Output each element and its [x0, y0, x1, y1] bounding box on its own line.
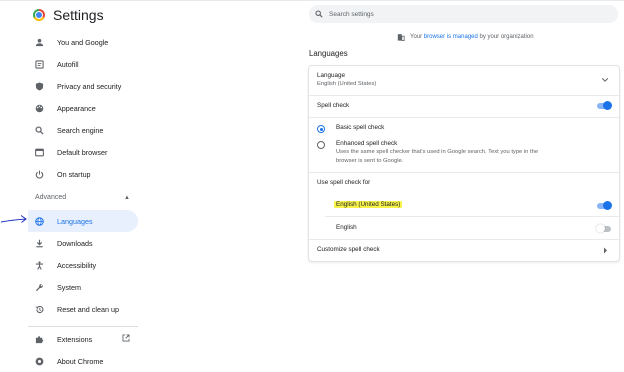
sidebar-item-default-browser[interactable]: Default browser [28, 141, 138, 163]
sidebar-item-label: Search engine [57, 125, 104, 135]
row-divider [309, 172, 619, 173]
app-header: Settings [33, 7, 104, 23]
english-toggle[interactable] [596, 224, 611, 233]
arrow-right-icon[interactable] [603, 247, 608, 254]
managed-notice: Your browser is managed by your organiza… [397, 33, 534, 41]
sidebar-item-label: Accessibility [57, 260, 97, 270]
spell-check-label: Spell check [317, 102, 350, 109]
sidebar-item-label: Extensions [57, 334, 93, 344]
managed-prefix: Your [410, 34, 423, 40]
language-english-us: English (United States) [334, 201, 403, 208]
sidebar-item-languages[interactable]: Languages [28, 210, 138, 232]
accessibility-icon [34, 260, 44, 270]
wrench-icon [34, 282, 44, 292]
sidebar-item-label: Reset and clean up [57, 304, 119, 314]
globe-icon [34, 216, 44, 226]
managed-link[interactable]: browser is managed [424, 34, 478, 40]
english-us-toggle[interactable] [597, 201, 612, 210]
use-spell-check-for-label: Use spell check for [317, 179, 371, 186]
sidebar: Settings You and Google Autofill Privacy… [0, 0, 300, 369]
sidebar-divider [28, 326, 138, 327]
open-in-new-icon[interactable] [122, 334, 130, 342]
sidebar-item-label: Autofill [57, 59, 79, 69]
sidebar-item-label: About Chrome [57, 356, 104, 366]
toggle-knob [603, 201, 612, 210]
sidebar-item-label: Downloads [57, 238, 93, 248]
sidebar-item-search-engine[interactable]: Search engine [28, 119, 138, 141]
row-divider [309, 117, 619, 118]
basic-spell-check-radio[interactable] [317, 125, 325, 133]
building-icon [397, 34, 405, 41]
sidebar-item-label: You and Google [57, 37, 109, 47]
languages-card: Language English (United States) Spell c… [309, 66, 619, 261]
chrome-icon [34, 356, 44, 366]
spell-check-toggle[interactable] [597, 101, 612, 110]
enhanced-spell-check-description: browser is sent to Google. [336, 158, 404, 164]
sidebar-item-label: Privacy and security [57, 81, 122, 91]
enhanced-spell-check-label: Enhanced spell check [336, 140, 398, 147]
sidebar-item-privacy[interactable]: Privacy and security [28, 75, 138, 97]
enhanced-spell-check-radio[interactable] [317, 141, 325, 149]
sidebar-item-autofill[interactable]: Autofill [28, 53, 138, 75]
language-english: English [336, 224, 357, 231]
browser-icon [34, 147, 44, 157]
download-icon [34, 238, 44, 248]
highlighted-language: English (United States) [334, 201, 403, 208]
enhanced-spell-check-description: Uses the same spell checker that's used … [336, 149, 539, 155]
annotation-arrow-icon [0, 215, 27, 223]
autofill-icon [34, 59, 44, 69]
search-icon [34, 125, 44, 135]
sidebar-item-label: On startup [57, 169, 91, 179]
chrome-logo-icon [33, 9, 45, 21]
shield-icon [34, 81, 44, 91]
sidebar-item-label: Appearance [57, 103, 96, 113]
toggle-knob [596, 224, 605, 233]
sidebar-item-on-startup[interactable]: On startup [28, 163, 138, 185]
search-input[interactable] [329, 10, 579, 18]
toggle-knob [603, 101, 612, 110]
sidebar-item-label: Languages [57, 216, 93, 226]
advanced-section-label[interactable]: Advanced [35, 194, 66, 201]
language-label: Language [317, 72, 346, 79]
sidebar-item-downloads[interactable]: Downloads [28, 232, 138, 254]
sidebar-item-accessibility[interactable]: Accessibility [28, 254, 138, 276]
row-divider [309, 95, 619, 96]
person-icon [34, 37, 44, 47]
history-icon [34, 304, 44, 314]
palette-icon [34, 103, 44, 113]
page-title: Settings [53, 7, 104, 23]
chevron-down-icon[interactable] [601, 77, 609, 83]
search-icon [315, 10, 323, 18]
sidebar-item-appearance[interactable]: Appearance [28, 97, 138, 119]
row-divider [325, 216, 619, 217]
basic-spell-check-label: Basic spell check [336, 124, 385, 131]
search-bar[interactable] [309, 5, 618, 23]
sidebar-item-label: Default browser [57, 147, 108, 157]
language-value: English (United States) [317, 81, 377, 87]
row-divider [309, 239, 619, 240]
power-icon [34, 169, 44, 179]
collapse-arrow-icon[interactable]: ▲ [124, 195, 130, 201]
sidebar-item-you-and-google[interactable]: You and Google [28, 31, 138, 53]
sidebar-item-reset[interactable]: Reset and clean up [28, 298, 138, 320]
puzzle-icon [34, 334, 44, 344]
managed-suffix: by your organization [479, 34, 534, 40]
customize-spell-check-link[interactable]: Customize spell check [317, 246, 380, 253]
sidebar-item-system[interactable]: System [28, 276, 138, 298]
section-heading: Languages [309, 49, 348, 58]
sidebar-item-label: System [57, 282, 81, 292]
